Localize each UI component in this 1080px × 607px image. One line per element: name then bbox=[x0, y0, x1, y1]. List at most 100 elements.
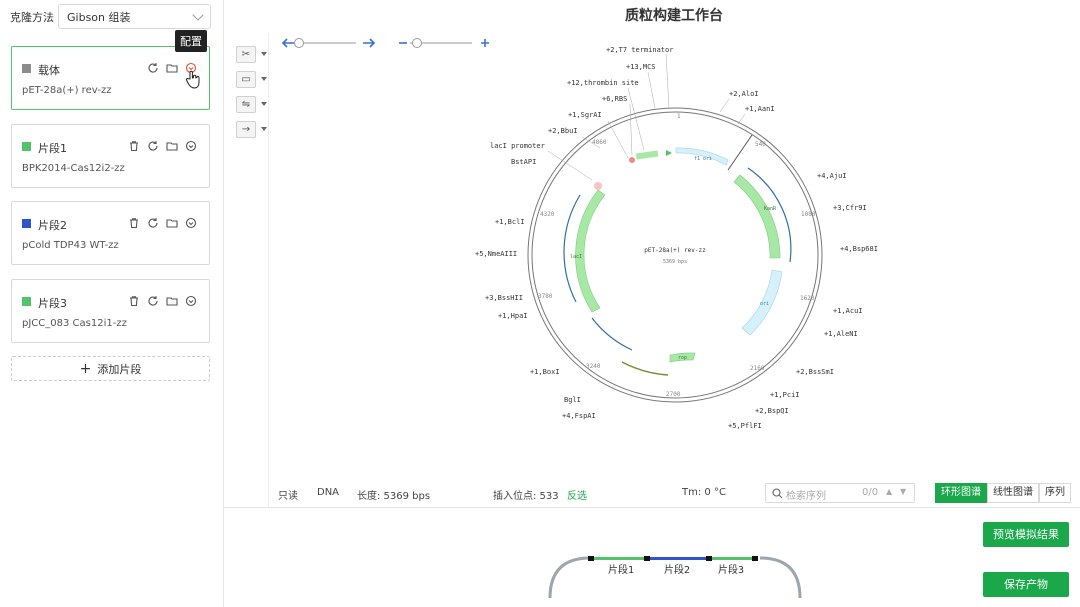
preview-result-button[interactable]: 预览模拟结果 bbox=[983, 522, 1069, 547]
caret-down-icon bbox=[261, 102, 267, 106]
caret-down-icon bbox=[261, 52, 267, 56]
delete-icon[interactable] bbox=[128, 140, 140, 152]
t7-marker bbox=[666, 150, 672, 156]
rotate-slider[interactable] bbox=[294, 38, 356, 48]
scissors-icon: ✂ bbox=[241, 49, 251, 60]
insert-site-line bbox=[727, 134, 753, 171]
zoom-out-icon[interactable] bbox=[397, 36, 409, 50]
tick-label: 4860 bbox=[592, 139, 607, 146]
fragment-card[interactable]: 片段3 pJCC_083 Cas12i1-zz bbox=[11, 279, 210, 343]
site-label: +1,AanI bbox=[745, 105, 775, 113]
delete-icon[interactable] bbox=[128, 295, 140, 307]
config-tooltip: 配置 bbox=[175, 30, 207, 52]
feature-label: ori bbox=[760, 301, 769, 307]
refresh-icon[interactable] bbox=[147, 62, 159, 74]
folder-icon[interactable] bbox=[166, 140, 178, 152]
search-next-icon[interactable]: ▼ bbox=[900, 487, 906, 496]
mcs-feature[interactable] bbox=[635, 150, 659, 160]
plasmid-map[interactable]: 1 540 1080 1620 2160 2700 3240 3780 4320… bbox=[440, 40, 910, 440]
cut-tool-button[interactable]: ✂ bbox=[236, 46, 267, 63]
search-count: 0/0 bbox=[862, 487, 879, 498]
site-label: +2,T7 terminator bbox=[606, 46, 673, 54]
fragment-label: 片段3 bbox=[718, 563, 744, 576]
card-title: 载体 bbox=[38, 64, 60, 77]
caret-down-icon bbox=[261, 77, 267, 81]
circular-view-button[interactable]: 环形图谱 bbox=[935, 483, 987, 503]
site-label: +6,RBS bbox=[602, 95, 627, 103]
site-label: +5,PflFI bbox=[728, 422, 762, 430]
sidebar: 克隆方法 Gibson 组装 载体 pET-28a(+) rev-zz 配置 片… bbox=[0, 0, 224, 607]
tool-divider bbox=[268, 33, 269, 507]
refresh-icon[interactable] bbox=[147, 295, 159, 307]
folder-icon[interactable] bbox=[166, 295, 178, 307]
reverse-select-link[interactable]: 反选 bbox=[567, 487, 587, 502]
delete-icon[interactable] bbox=[128, 217, 140, 229]
refresh-icon[interactable] bbox=[147, 217, 159, 229]
map-length: 5369 bps bbox=[663, 259, 687, 265]
card-title: 片段1 bbox=[38, 142, 67, 155]
site-label: +13,MCS bbox=[626, 63, 656, 71]
arrow-right-icon: → bbox=[241, 124, 251, 135]
site-label: +1,PciI bbox=[770, 391, 800, 399]
card-actions bbox=[128, 295, 197, 307]
config-icon[interactable] bbox=[185, 217, 197, 229]
card-subtitle: pCold TDP43 WT-zz bbox=[22, 240, 119, 251]
kanr-feature[interactable] bbox=[733, 174, 781, 259]
label-tool-button[interactable]: ▭ bbox=[236, 71, 267, 88]
card-actions bbox=[128, 140, 197, 152]
clone-method-select[interactable]: Gibson 组装 bbox=[58, 4, 211, 29]
vector-card[interactable]: 载体 pET-28a(+) rev-zz bbox=[11, 46, 210, 110]
search-prev-icon[interactable]: ▲ bbox=[886, 487, 892, 496]
save-product-button[interactable]: 保存产物 bbox=[983, 572, 1069, 597]
laci-feature[interactable] bbox=[575, 189, 606, 313]
sequence-view-button[interactable]: 序列 bbox=[1039, 483, 1071, 503]
readonly-label[interactable]: 只读 bbox=[278, 487, 298, 502]
tag-icon: ▭ bbox=[241, 74, 251, 85]
site-label: +4,FspAI bbox=[562, 412, 596, 420]
tm-label: Tm: 0 °C bbox=[682, 487, 726, 498]
site-label: +1,HpaI bbox=[498, 312, 528, 320]
site-label: +1,AleNI bbox=[824, 330, 858, 338]
site-label: +2,BbuI bbox=[548, 127, 578, 135]
fragment-card[interactable]: 片段1 BPK2014-Cas12i2-zz bbox=[11, 124, 210, 188]
card-title: 片段2 bbox=[38, 219, 67, 232]
folder-icon[interactable] bbox=[166, 62, 178, 74]
arrow-tool-button[interactable]: → bbox=[236, 121, 267, 138]
map-toolbar: ✂ ▭ ⇋ → bbox=[236, 46, 267, 146]
fragment-1-segment bbox=[594, 557, 644, 560]
config-icon[interactable] bbox=[185, 295, 197, 307]
add-fragment-button[interactable]: + 添加片段 bbox=[11, 356, 210, 381]
orf-arrow bbox=[621, 361, 669, 376]
card-subtitle: pET-28a(+) rev-zz bbox=[22, 85, 112, 96]
fragment-label: 片段1 bbox=[608, 563, 634, 576]
chevron-down-icon bbox=[192, 9, 204, 21]
tick-label: 3240 bbox=[586, 363, 601, 370]
site-label: +3,Cfr9I bbox=[833, 204, 867, 212]
folder-icon[interactable] bbox=[166, 217, 178, 229]
card-subtitle: pJCC_083 Cas12i1-zz bbox=[22, 318, 127, 329]
fragment-card[interactable]: 片段2 pCold TDP43 WT-zz bbox=[11, 201, 210, 265]
plus-icon: + bbox=[79, 360, 92, 377]
clone-method-row: 克隆方法 Gibson 组装 bbox=[10, 4, 212, 30]
site-label: +2,BssSmI bbox=[796, 368, 834, 376]
map-name: pET-28a(+) rev-zz bbox=[644, 247, 706, 254]
fragment-color-swatch bbox=[22, 297, 31, 306]
tick-label: 4320 bbox=[540, 211, 555, 218]
search-icon bbox=[772, 488, 783, 499]
rbs-marker bbox=[629, 157, 635, 163]
sequence-search[interactable]: 检索序列 0/0 ▲ ▼ bbox=[765, 483, 915, 503]
hand-cursor-icon bbox=[185, 70, 200, 89]
site-label: +12,thrombin site bbox=[567, 79, 639, 87]
linear-view-button[interactable]: 线性图谱 bbox=[987, 483, 1039, 503]
swap-tool-button[interactable]: ⇋ bbox=[236, 96, 267, 113]
tick-label: 2700 bbox=[666, 391, 681, 398]
zoom-slider-knob[interactable] bbox=[412, 38, 422, 48]
rotate-slider-knob[interactable] bbox=[294, 38, 304, 48]
fragment-label: 片段2 bbox=[664, 563, 690, 576]
config-icon[interactable] bbox=[185, 140, 197, 152]
page-title: 质粒构建工作台 bbox=[625, 8, 723, 24]
card-subtitle: BPK2014-Cas12i2-zz bbox=[22, 163, 125, 174]
rotate-right-icon[interactable] bbox=[361, 36, 377, 50]
tick-label: 2160 bbox=[750, 365, 765, 372]
refresh-icon[interactable] bbox=[147, 140, 159, 152]
